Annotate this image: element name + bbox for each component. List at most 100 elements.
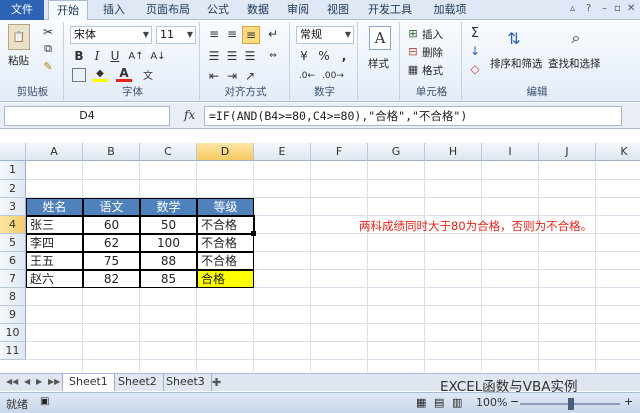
paste-button[interactable]: 粘贴 (8, 53, 29, 68)
name-box[interactable]: D4 (4, 106, 170, 126)
column-header-f[interactable]: F (311, 143, 368, 161)
column-header-c[interactable]: C (140, 143, 197, 161)
font-size-combo[interactable]: 11 ▼ (156, 26, 196, 44)
row-header-3[interactable]: 3 (0, 198, 26, 216)
row-header-2[interactable]: 2 (0, 180, 26, 198)
increase-indent-icon[interactable]: ⇥ (224, 68, 240, 84)
increase-decimal-icon[interactable]: .0← (296, 68, 318, 84)
window-restore-icon[interactable]: ▫ (614, 3, 621, 14)
copy-icon[interactable]: ⧉ (40, 42, 56, 56)
sort-filter-button[interactable]: 排序和筛选 (490, 56, 543, 71)
insert-function-icon[interactable]: fx (184, 108, 195, 122)
table-header-cell[interactable]: 语文 (83, 198, 140, 216)
worksheet-grid[interactable]: A B C D E F G H I J K 1 2 3 4 5 6 7 8 9 10 11 姓名 语文 数学 等级 张三 60 50 不合… (0, 133, 640, 372)
zoom-slider-thumb[interactable] (568, 398, 574, 410)
file-tab[interactable]: 文件 (0, 0, 44, 20)
formula-input[interactable]: =IF(AND(B4>=80,C4>=80),"合格","不合格") (204, 106, 622, 126)
select-all-corner[interactable] (0, 143, 26, 161)
find-select-button[interactable]: 查找和选择 (548, 56, 601, 71)
table-cell[interactable]: 88 (140, 252, 197, 270)
delete-cells-icon[interactable]: ⊟ (406, 44, 420, 58)
decrease-decimal-icon[interactable]: .00→ (322, 68, 344, 84)
row-header-9[interactable]: 9 (0, 306, 26, 324)
column-header-d[interactable]: D (197, 143, 254, 161)
column-header-h[interactable]: H (425, 143, 482, 161)
merge-center-icon[interactable]: ⇔ (264, 48, 282, 64)
table-cell[interactable]: 100 (140, 234, 197, 252)
table-cell[interactable]: 赵六 (26, 270, 83, 288)
table-cell[interactable]: 75 (83, 252, 140, 270)
shrink-font-icon[interactable]: A↓ (150, 48, 166, 64)
zoom-in-icon[interactable]: + (624, 395, 633, 408)
zoom-level[interactable]: 100% (476, 396, 507, 409)
insert-cells-icon[interactable]: ⊞ (406, 26, 420, 40)
styles-button[interactable]: 样式 (368, 56, 389, 71)
fill-color-icon[interactable]: ◆ (92, 68, 108, 82)
cut-icon[interactable]: ✂ (40, 25, 56, 39)
table-cell[interactable]: 不合格 (197, 216, 254, 234)
clear-icon[interactable]: ◇ (468, 62, 482, 76)
comma-button[interactable]: , (336, 48, 352, 64)
column-header-i[interactable]: I (482, 143, 539, 161)
sheet-tab-3[interactable]: Sheet3 (160, 374, 212, 391)
tab-review[interactable]: 审阅 (282, 0, 314, 20)
percent-button[interactable]: % (316, 48, 332, 64)
table-header-cell[interactable]: 姓名 (26, 198, 83, 216)
row-header-6[interactable]: 6 (0, 252, 26, 270)
orientation-icon[interactable]: ↗ (242, 68, 258, 84)
font-color-button[interactable]: A (116, 66, 132, 82)
insert-cells-button[interactable]: 插入 (422, 27, 443, 42)
table-cell[interactable]: 张三 (26, 216, 83, 234)
italic-button[interactable]: I (90, 48, 104, 64)
format-cells-icon[interactable]: ▦ (406, 62, 420, 76)
row-header-11[interactable]: 11 (0, 342, 26, 360)
table-cell[interactable]: 82 (83, 270, 140, 288)
font-name-combo[interactable]: 宋体 ▼ (70, 26, 152, 44)
phonetic-icon[interactable]: 文 (142, 66, 154, 82)
normal-view-icon[interactable]: ▦ (416, 396, 426, 409)
zoom-out-icon[interactable]: − (510, 395, 519, 408)
column-header-e[interactable]: E (254, 143, 311, 161)
column-header-b[interactable]: B (83, 143, 140, 161)
column-header-a[interactable]: A (26, 143, 83, 161)
grow-font-icon[interactable]: A↑ (128, 48, 144, 64)
help-icon[interactable]: ? (586, 3, 591, 14)
align-top-icon[interactable]: ≡ (206, 26, 222, 42)
sort-filter-icon[interactable]: ⇅ (502, 26, 526, 50)
wrap-text-icon[interactable]: ↵ (264, 26, 282, 42)
tab-addins[interactable]: 加载项 (426, 0, 474, 20)
currency-icon[interactable]: ¥ (296, 48, 312, 64)
format-painter-icon[interactable]: ✎ (40, 59, 56, 73)
tab-page-layout[interactable]: 页面布局 (140, 0, 196, 20)
fill-handle[interactable] (251, 231, 256, 236)
binoculars-icon[interactable]: ⌕ (564, 26, 588, 50)
column-header-k[interactable]: K (596, 143, 640, 161)
align-center-icon[interactable]: ☰ (224, 48, 240, 64)
table-cell[interactable]: 李四 (26, 234, 83, 252)
window-minimize-icon[interactable]: – (602, 3, 607, 14)
delete-cells-button[interactable]: 删除 (422, 45, 443, 60)
table-cell[interactable]: 不合格 (197, 252, 254, 270)
number-format-combo[interactable]: 常规 ▼ (296, 26, 354, 44)
row-header-10[interactable]: 10 (0, 324, 26, 342)
page-break-view-icon[interactable]: ▥ (452, 396, 462, 409)
table-cell[interactable]: 王五 (26, 252, 83, 270)
next-sheet-icon[interactable]: ▶ (36, 377, 42, 386)
first-sheet-icon[interactable]: ◀◀ (6, 377, 18, 386)
tab-developer[interactable]: 开发工具 (362, 0, 418, 20)
tab-view[interactable]: 视图 (322, 0, 354, 20)
tab-formulas[interactable]: 公式 (202, 0, 234, 20)
new-sheet-icon[interactable]: ✚ (212, 376, 221, 389)
table-cell[interactable]: 62 (83, 234, 140, 252)
page-layout-view-icon[interactable]: ▤ (434, 396, 444, 409)
row-header-8[interactable]: 8 (0, 288, 26, 306)
row-header-7[interactable]: 7 (0, 270, 26, 288)
tab-insert[interactable]: 插入 (96, 0, 132, 20)
align-left-icon[interactable]: ☰ (206, 48, 222, 64)
prev-sheet-icon[interactable]: ◀ (24, 377, 30, 386)
minimize-ribbon-icon[interactable]: ▵ (570, 3, 575, 14)
table-cell[interactable]: 50 (140, 216, 197, 234)
underline-button[interactable]: U (108, 48, 122, 64)
decrease-indent-icon[interactable]: ⇤ (206, 68, 222, 84)
borders-icon[interactable] (72, 68, 86, 82)
